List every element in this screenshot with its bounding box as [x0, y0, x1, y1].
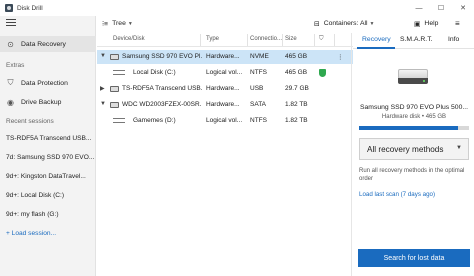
extras-heading: Extras [6, 62, 25, 69]
table-row[interactable]: ▼ WDC WD2003FZEX-00SR... Hardware... SAT… [97, 98, 353, 112]
volume-icon [113, 118, 125, 123]
device-name: Gamemes (D:) [133, 117, 176, 124]
device-name: WDC WD2003FZEX-00SR... [122, 101, 202, 108]
column-size[interactable]: Size [285, 36, 297, 42]
containers-label: Containers: All [323, 20, 368, 27]
help-label: Help [424, 20, 439, 27]
view-label: Tree [112, 20, 126, 27]
sidebar-item-label: Drive Backup [21, 98, 62, 106]
chevron-down-icon: ▼ [369, 20, 375, 27]
recovery-method-label: All recovery methods [367, 144, 444, 154]
active-tab-indicator [357, 47, 395, 49]
device-name: Local Disk (C:) [133, 69, 176, 76]
minimize-button[interactable]: — [408, 0, 430, 16]
shield-icon: ⛉ [7, 78, 14, 87]
column-connection[interactable]: Connectio... [250, 36, 282, 42]
hard-disk-icon [398, 69, 428, 85]
device-name: Samsung SSD 970 EVO Pl... [122, 53, 202, 60]
device-size: 1.82 TB [285, 101, 308, 108]
tab-recovery[interactable]: Recovery [362, 36, 391, 43]
collapse-arrow-icon[interactable]: ▼ [100, 53, 106, 59]
device-connection: NVME [250, 53, 269, 60]
close-button[interactable]: ✕ [452, 0, 474, 16]
table-row[interactable]: ▼ Samsung SSD 970 EVO Pl... Hardware... … [97, 50, 353, 64]
selected-disk-name: Samsung SSD 970 EVO Plus 500... [359, 104, 469, 111]
device-connection: SATA [250, 101, 267, 108]
table-row[interactable]: ▶ TS-RDF5A Transcend USB... Hardware... … [97, 82, 353, 96]
collapse-arrow-icon[interactable]: ▼ [100, 101, 106, 107]
disk-icon [110, 54, 119, 60]
device-type: Hardware... [206, 85, 240, 92]
panel-tabs: Recovery S.M.A.R.T. Info [353, 31, 474, 49]
device-connection: NTFS [250, 69, 267, 76]
expand-arrow-icon[interactable]: ▶ [100, 85, 105, 92]
sidebar-item-data-recovery[interactable]: ⊙ Data Recovery [0, 36, 96, 52]
row-menu-icon[interactable]: ⋮ [337, 53, 344, 61]
capacity-fill [359, 126, 458, 130]
device-size: 465 GB [285, 53, 308, 60]
backup-icon: ◉ [7, 97, 14, 107]
device-name: TS-RDF5A Transcend USB... [122, 85, 202, 92]
toolbar: ⁝≡ Tree ▼ ⊟ Containers: All ▼ ▣ Help ≡ [97, 16, 474, 31]
table-row[interactable]: Gamemes (D:) Logical vol... NTFS 1.82 TB [97, 114, 353, 128]
chevron-down-icon: ▼ [456, 145, 462, 151]
tab-smart[interactable]: S.M.A.R.T. [400, 36, 432, 43]
column-device[interactable]: Device/Disk [113, 36, 145, 42]
column-type[interactable]: Type [206, 36, 219, 42]
disk-icon [110, 102, 119, 108]
recent-sessions-heading: Recent sessions [6, 118, 54, 125]
app-logo-icon [5, 4, 13, 12]
session-item[interactable]: 7d: Samsung SSD 970 EVO... [6, 154, 94, 161]
session-item[interactable]: 9d+: Kingston DataTravel... [6, 173, 86, 180]
selected-disk-info: Hardware disk • 465 GB [381, 114, 447, 120]
recovery-method-dropdown[interactable]: All recovery methods ▼ [359, 138, 469, 160]
device-type: Hardware... [206, 101, 240, 108]
sidebar-item-drive-backup[interactable]: ◉ Drive Backup [0, 94, 96, 110]
sidebar: ⊙ Data Recovery Extras ⛉ Data Protection… [0, 16, 96, 276]
chevron-down-icon: ▼ [127, 20, 133, 27]
tree-icon: ⁝≡ [102, 20, 109, 28]
session-item[interactable]: 9d+: my flash (G:) [6, 211, 59, 218]
window-title: Disk Drill [17, 4, 43, 12]
disk-icon [110, 86, 119, 92]
load-last-scan-link[interactable]: Load last scan (7 days ago) [359, 191, 435, 198]
maximize-button[interactable]: ☐ [430, 0, 452, 16]
help-button[interactable]: ▣ Help [414, 16, 438, 31]
device-connection: NTFS [250, 117, 267, 124]
search-for-lost-data-button[interactable]: Search for lost data [358, 249, 470, 267]
containers-filter[interactable]: ⊟ Containers: All ▼ [314, 16, 374, 31]
protected-shield-icon [319, 69, 326, 77]
load-session-link[interactable]: + Load session... [6, 230, 56, 237]
capacity-bar [359, 126, 469, 130]
device-size: 465 GB [285, 69, 308, 76]
device-type: Logical vol... [206, 69, 243, 76]
device-type: Hardware... [206, 53, 240, 60]
session-item[interactable]: TS-RDF5A Transcend USB... [6, 135, 91, 142]
table-header: Device/Disk Type Connectio... Size ⛉ [97, 33, 353, 47]
protection-column-icon: ⛉ [319, 36, 324, 42]
method-description: Run all recovery methods in the optimal … [359, 168, 465, 182]
panel-divider [351, 33, 352, 276]
device-type: Logical vol... [206, 117, 243, 124]
title-bar: Disk Drill — ☐ ✕ [0, 0, 474, 16]
details-panel: Recovery S.M.A.R.T. Info Samsung SSD 970… [353, 31, 474, 276]
filter-icon: ⊟ [314, 20, 320, 28]
tab-info[interactable]: Info [448, 36, 459, 43]
device-connection: USB [250, 85, 264, 92]
device-size: 1.82 TB [285, 117, 308, 124]
table-row[interactable]: Local Disk (C:) Logical vol... NTFS 465 … [97, 66, 353, 80]
help-icon: ▣ [414, 20, 421, 28]
hamburger-menu-icon[interactable] [6, 19, 16, 27]
session-item[interactable]: 9d+: Local Disk (C:) [6, 192, 64, 199]
sidebar-item-label: Data Recovery [21, 40, 66, 48]
view-selector[interactable]: ⁝≡ Tree ▼ [102, 16, 133, 31]
device-size: 29.7 GB [285, 85, 309, 92]
volume-icon [113, 70, 125, 75]
sidebar-item-label: Data Protection [21, 79, 68, 87]
sidebar-item-data-protection[interactable]: ⛉ Data Protection [0, 75, 96, 91]
more-menu-icon[interactable]: ≡ [455, 16, 460, 31]
recovery-icon: ⊙ [7, 39, 14, 49]
